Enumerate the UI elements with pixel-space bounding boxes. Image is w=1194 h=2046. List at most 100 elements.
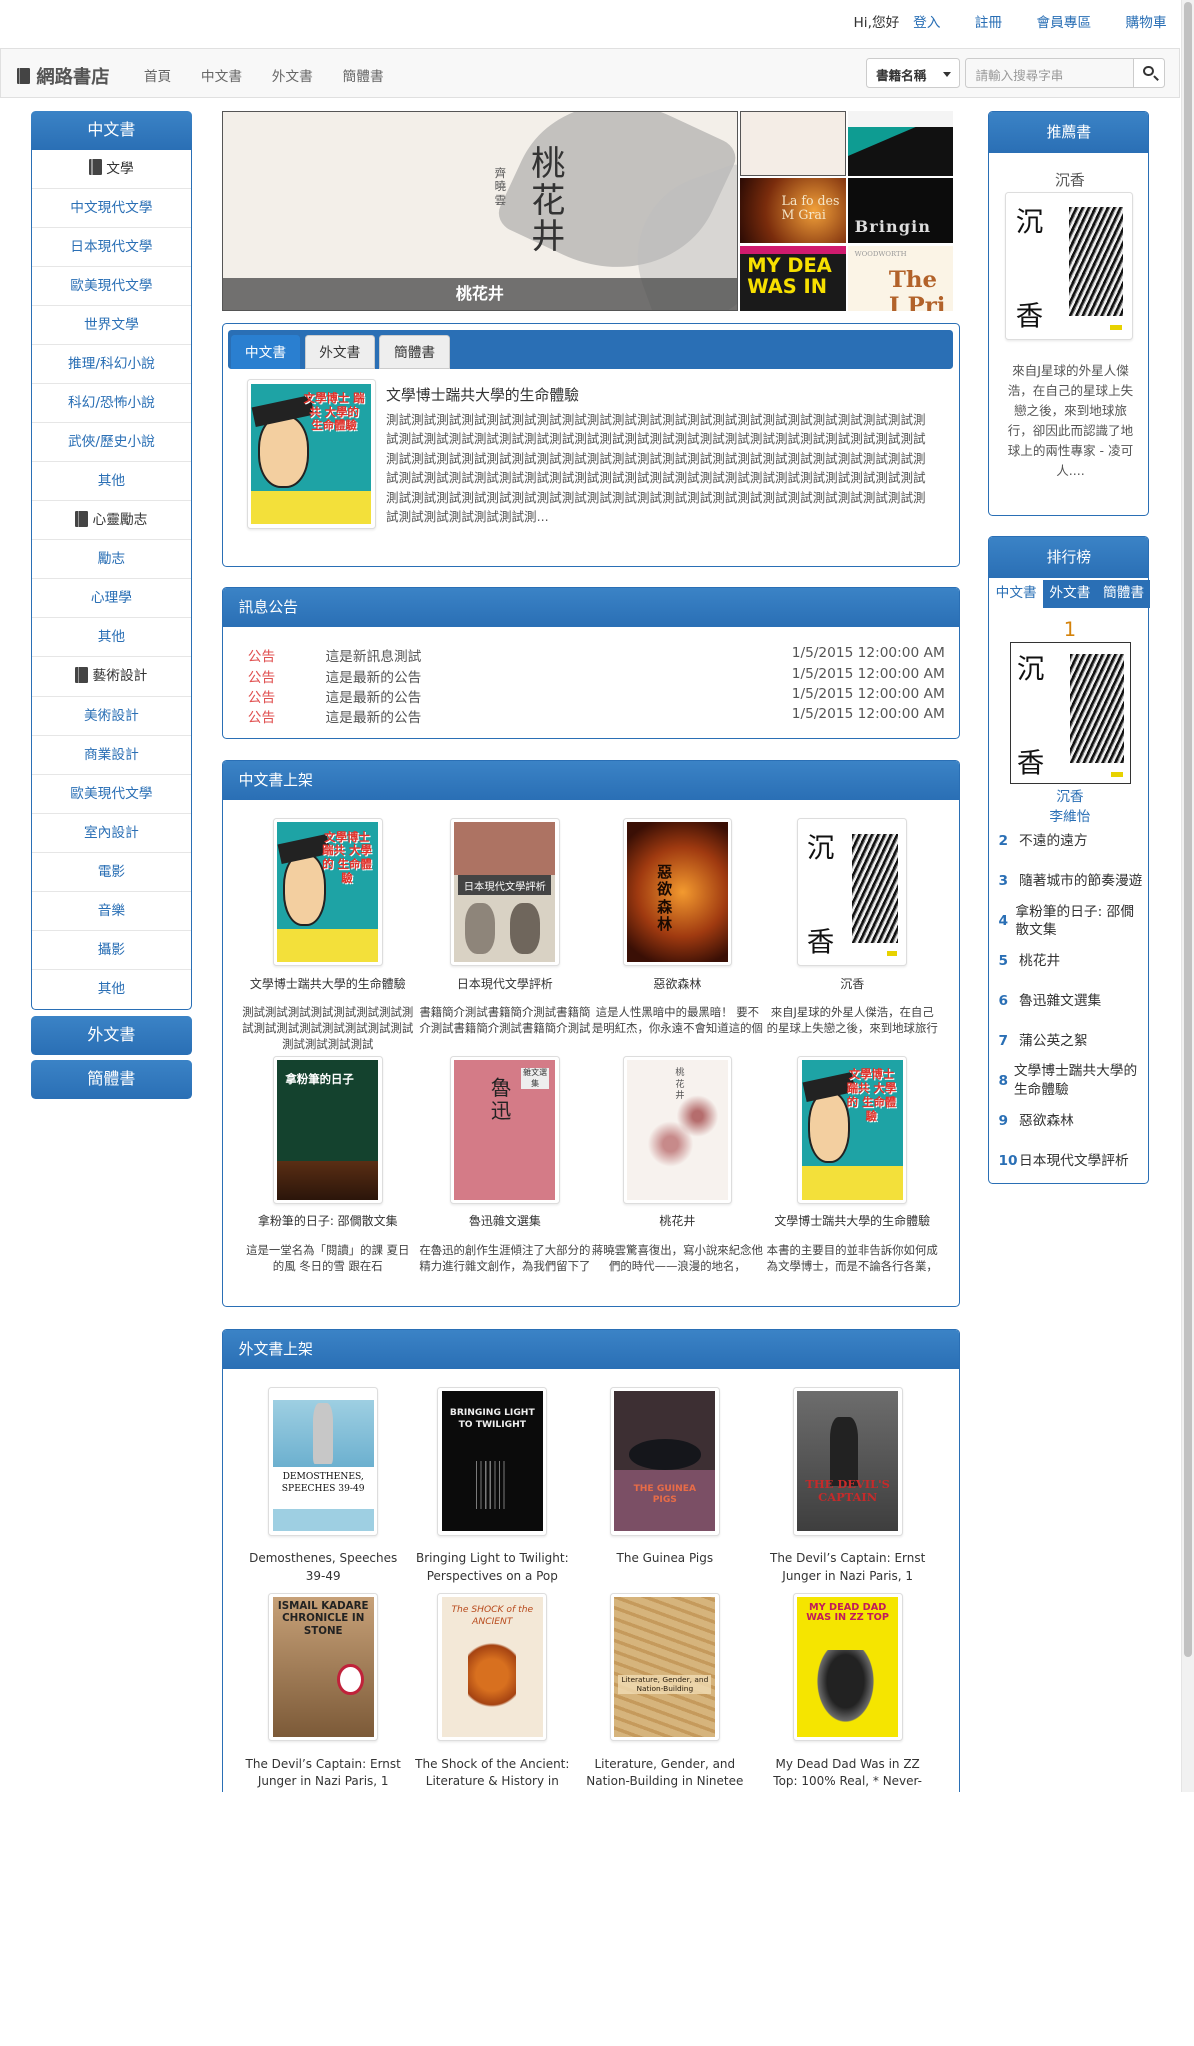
sidebar-item[interactable]: 攝影 — [31, 931, 191, 970]
sidebar-item[interactable]: 武俠/歷史小說 — [31, 423, 191, 463]
sidebar-item[interactable]: 室內設計 — [31, 814, 191, 853]
sidebar-item[interactable]: 電影 — [31, 853, 191, 892]
search-type-select[interactable]: 書籍名稱 — [865, 58, 960, 88]
carousel-thumb[interactable] — [740, 110, 846, 176]
search-button[interactable] — [1133, 58, 1166, 88]
nav-foreign[interactable]: 外文書 — [272, 65, 313, 85]
book-card[interactable]: THE GUINEA PIGS — [609, 1386, 720, 1536]
recommend-cover[interactable]: 沉香 — [1005, 191, 1134, 341]
ranking-top-cover[interactable]: 沉香 — [1009, 641, 1132, 784]
member-link[interactable]: 會員專區 — [1036, 11, 1091, 31]
sidebar-item[interactable]: 商業設計 — [31, 736, 191, 775]
ranking-item[interactable]: 9 惡欲森林 — [998, 1112, 1147, 1130]
news-row[interactable]: 公告 這是最新的公告 1/5/2015 12:00:00 AM — [248, 686, 945, 706]
brand[interactable]: 網路書店 — [16, 63, 109, 89]
nav-simplified[interactable]: 簡體書 — [343, 65, 384, 85]
book-card[interactable]: THE DEVIL'S CAPTAIN — [792, 1386, 903, 1536]
book-title[interactable]: 桃花井 — [592, 1213, 763, 1230]
sidebar-item[interactable]: 歐美現代文學 — [31, 775, 191, 814]
ranking-tab-chinese[interactable]: 中文書 — [989, 580, 1044, 608]
sidebar-item[interactable]: 歐美現代文學 — [31, 267, 191, 306]
sidebar-category[interactable]: 藝術設計 — [31, 657, 191, 697]
book-title[interactable]: 拿粉筆的日子: 邵僩散文集 — [242, 1213, 413, 1230]
feature-book-cover[interactable]: 文學博士 踹共 大學的 生命體驗 — [246, 379, 376, 529]
nav-home[interactable]: 首頁 — [144, 65, 171, 85]
sidebar-item[interactable]: 其他 — [31, 618, 191, 658]
sidebar-item[interactable]: 推理/科幻小說 — [31, 345, 191, 385]
sidebar-item[interactable]: 音樂 — [31, 892, 191, 931]
news-text[interactable]: 這是最新的公告 — [325, 686, 791, 706]
news-text[interactable]: 這是新訊息測試 — [325, 645, 791, 665]
ranking-item[interactable]: 4 拿粉筆的日子: 邵僩散文集 — [998, 903, 1147, 940]
book-card[interactable]: 拿粉筆的日子 — [272, 1055, 383, 1205]
sidebar-category[interactable]: 心靈勵志 — [31, 501, 191, 541]
book-card[interactable]: BRINGING LIGHT TO TWILIGHT — [437, 1386, 548, 1536]
news-text[interactable]: 這是最新的公告 — [325, 666, 791, 686]
tab-foreign[interactable]: 外文書 — [304, 334, 375, 369]
ranking-top-title[interactable]: 沉香 — [989, 785, 1150, 805]
ranking-tab-simplified[interactable]: 簡體書 — [1096, 580, 1151, 608]
scrollbar-thumb[interactable] — [1183, 2, 1192, 1657]
ranking-tab-foreign[interactable]: 外文書 — [1043, 580, 1097, 608]
sidebar-item[interactable]: 科幻/恐怖小說 — [31, 384, 191, 424]
tab-simplified[interactable]: 簡體書 — [379, 334, 450, 369]
book-card[interactable]: 文學博士 踹共 大學的 生命體驗 — [272, 817, 383, 967]
book-title[interactable]: 文學博士踹共大學的生命體驗 — [767, 1213, 938, 1230]
news-row[interactable]: 公告 這是最新的公告 1/5/2015 12:00:00 AM — [248, 706, 945, 726]
sidebar-item[interactable]: 其他 — [31, 462, 191, 502]
book-title[interactable]: Bringing Light to Twilight: Perspectives… — [407, 1550, 578, 1584]
book-card[interactable]: ISMAIL KADARE CHRONICLE IN STONE — [268, 1592, 379, 1742]
book-card[interactable]: 沉香 — [797, 817, 908, 967]
cart-link[interactable]: 購物車 — [1125, 11, 1166, 31]
sidebar-item[interactable]: 美術設計 — [31, 697, 191, 736]
search-input[interactable]: 請輸入搜尋字串 — [965, 58, 1135, 88]
login-link[interactable]: 登入 — [913, 11, 940, 31]
book-title[interactable]: 日本現代文學評析 — [419, 976, 590, 993]
book-title[interactable]: Demosthenes, Speeches 39-49 — [238, 1550, 409, 1584]
book-card[interactable]: Literature, Gender, and Nation-Building — [609, 1592, 720, 1742]
book-title[interactable]: 惡欲森林 — [592, 976, 763, 993]
news-row[interactable]: 公告 這是最新的公告 1/5/2015 12:00:00 AM — [248, 666, 945, 686]
carousel-thumb[interactable] — [847, 110, 953, 176]
book-title[interactable]: 文學博士踹共大學的生命體驗 — [242, 976, 413, 993]
book-title[interactable]: 沉香 — [767, 976, 938, 993]
ranking-item[interactable]: 10 日本現代文學評析 — [998, 1152, 1147, 1170]
register-link[interactable]: 註冊 — [975, 11, 1002, 31]
news-text[interactable]: 這是最新的公告 — [325, 706, 791, 726]
tab-chinese[interactable]: 中文書 — [230, 334, 301, 369]
book-title[interactable]: The Shock of the Ancient: Literature & H… — [407, 1756, 578, 1790]
sidebar-category[interactable]: 文學 — [31, 150, 191, 189]
sidebar-item[interactable]: 勵志 — [31, 540, 191, 580]
ranking-item[interactable]: 2 不遠的遠方 — [998, 832, 1147, 850]
book-card[interactable]: 文學博士 踹共 大學的 生命體驗 — [797, 1055, 908, 1205]
book-card[interactable]: 日本現代文學評析 — [450, 817, 560, 967]
book-card[interactable]: 惡欲森林 — [622, 817, 733, 967]
book-title[interactable]: The Guinea Pigs — [579, 1550, 750, 1567]
book-title[interactable]: My Dead Dad Was in ZZ Top: 100% Real, * … — [762, 1756, 933, 1792]
nav-chinese[interactable]: 中文書 — [201, 65, 242, 85]
ranking-item[interactable]: 6 魯迅雜文選集 — [998, 992, 1147, 1010]
sidebar-item[interactable]: 心理學 — [31, 579, 191, 619]
ranking-top-author[interactable]: 李維怡 — [989, 805, 1150, 825]
ranking-item[interactable]: 5 桃花井 — [998, 952, 1147, 970]
carousel-thumb[interactable]: La fo des M Grai — [740, 178, 846, 244]
book-title[interactable]: The Devil’s Captain: Ernst Junger in Naz… — [238, 1756, 409, 1790]
carousel-thumb[interactable]: MY DEA WAS IN — [740, 245, 846, 311]
book-title[interactable]: Literature, Gender, and Nation-Building … — [579, 1756, 750, 1790]
sidebar-header[interactable]: 中文書 — [30, 110, 192, 150]
book-card[interactable]: 魯迅 雜文選集 — [450, 1055, 560, 1205]
book-card[interactable]: The SHOCK of the ANCIENT — [437, 1592, 548, 1742]
book-title[interactable]: 魯迅雜文選集 — [419, 1213, 590, 1230]
carousel-main[interactable]: 桃花井 齊曉雲 桃花井 — [221, 110, 739, 311]
ranking-item[interactable]: 7 蒲公英之絮 — [998, 1032, 1147, 1050]
book-card[interactable]: 桃花井 — [622, 1055, 733, 1205]
sidebar-simplified-button[interactable]: 簡體書 — [30, 1060, 192, 1100]
sidebar-item[interactable]: 其他 — [32, 970, 191, 1009]
sidebar-foreign-button[interactable]: 外文書 — [30, 1015, 192, 1055]
news-row[interactable]: 公告 這是新訊息測試 1/5/2015 12:00:00 AM — [248, 645, 945, 665]
ranking-item[interactable]: 3 隨著城市的節奏漫遊 — [998, 872, 1147, 890]
book-title[interactable]: The Devil’s Captain: Ernst Junger in Naz… — [762, 1550, 933, 1584]
book-card[interactable]: DEMOSTHENES, SPEECHES 39-49 — [268, 1386, 379, 1536]
recommend-title[interactable]: 沉香 — [989, 169, 1150, 190]
book-card[interactable]: MY DEAD DAD WAS IN ZZ TOP — [792, 1592, 903, 1742]
